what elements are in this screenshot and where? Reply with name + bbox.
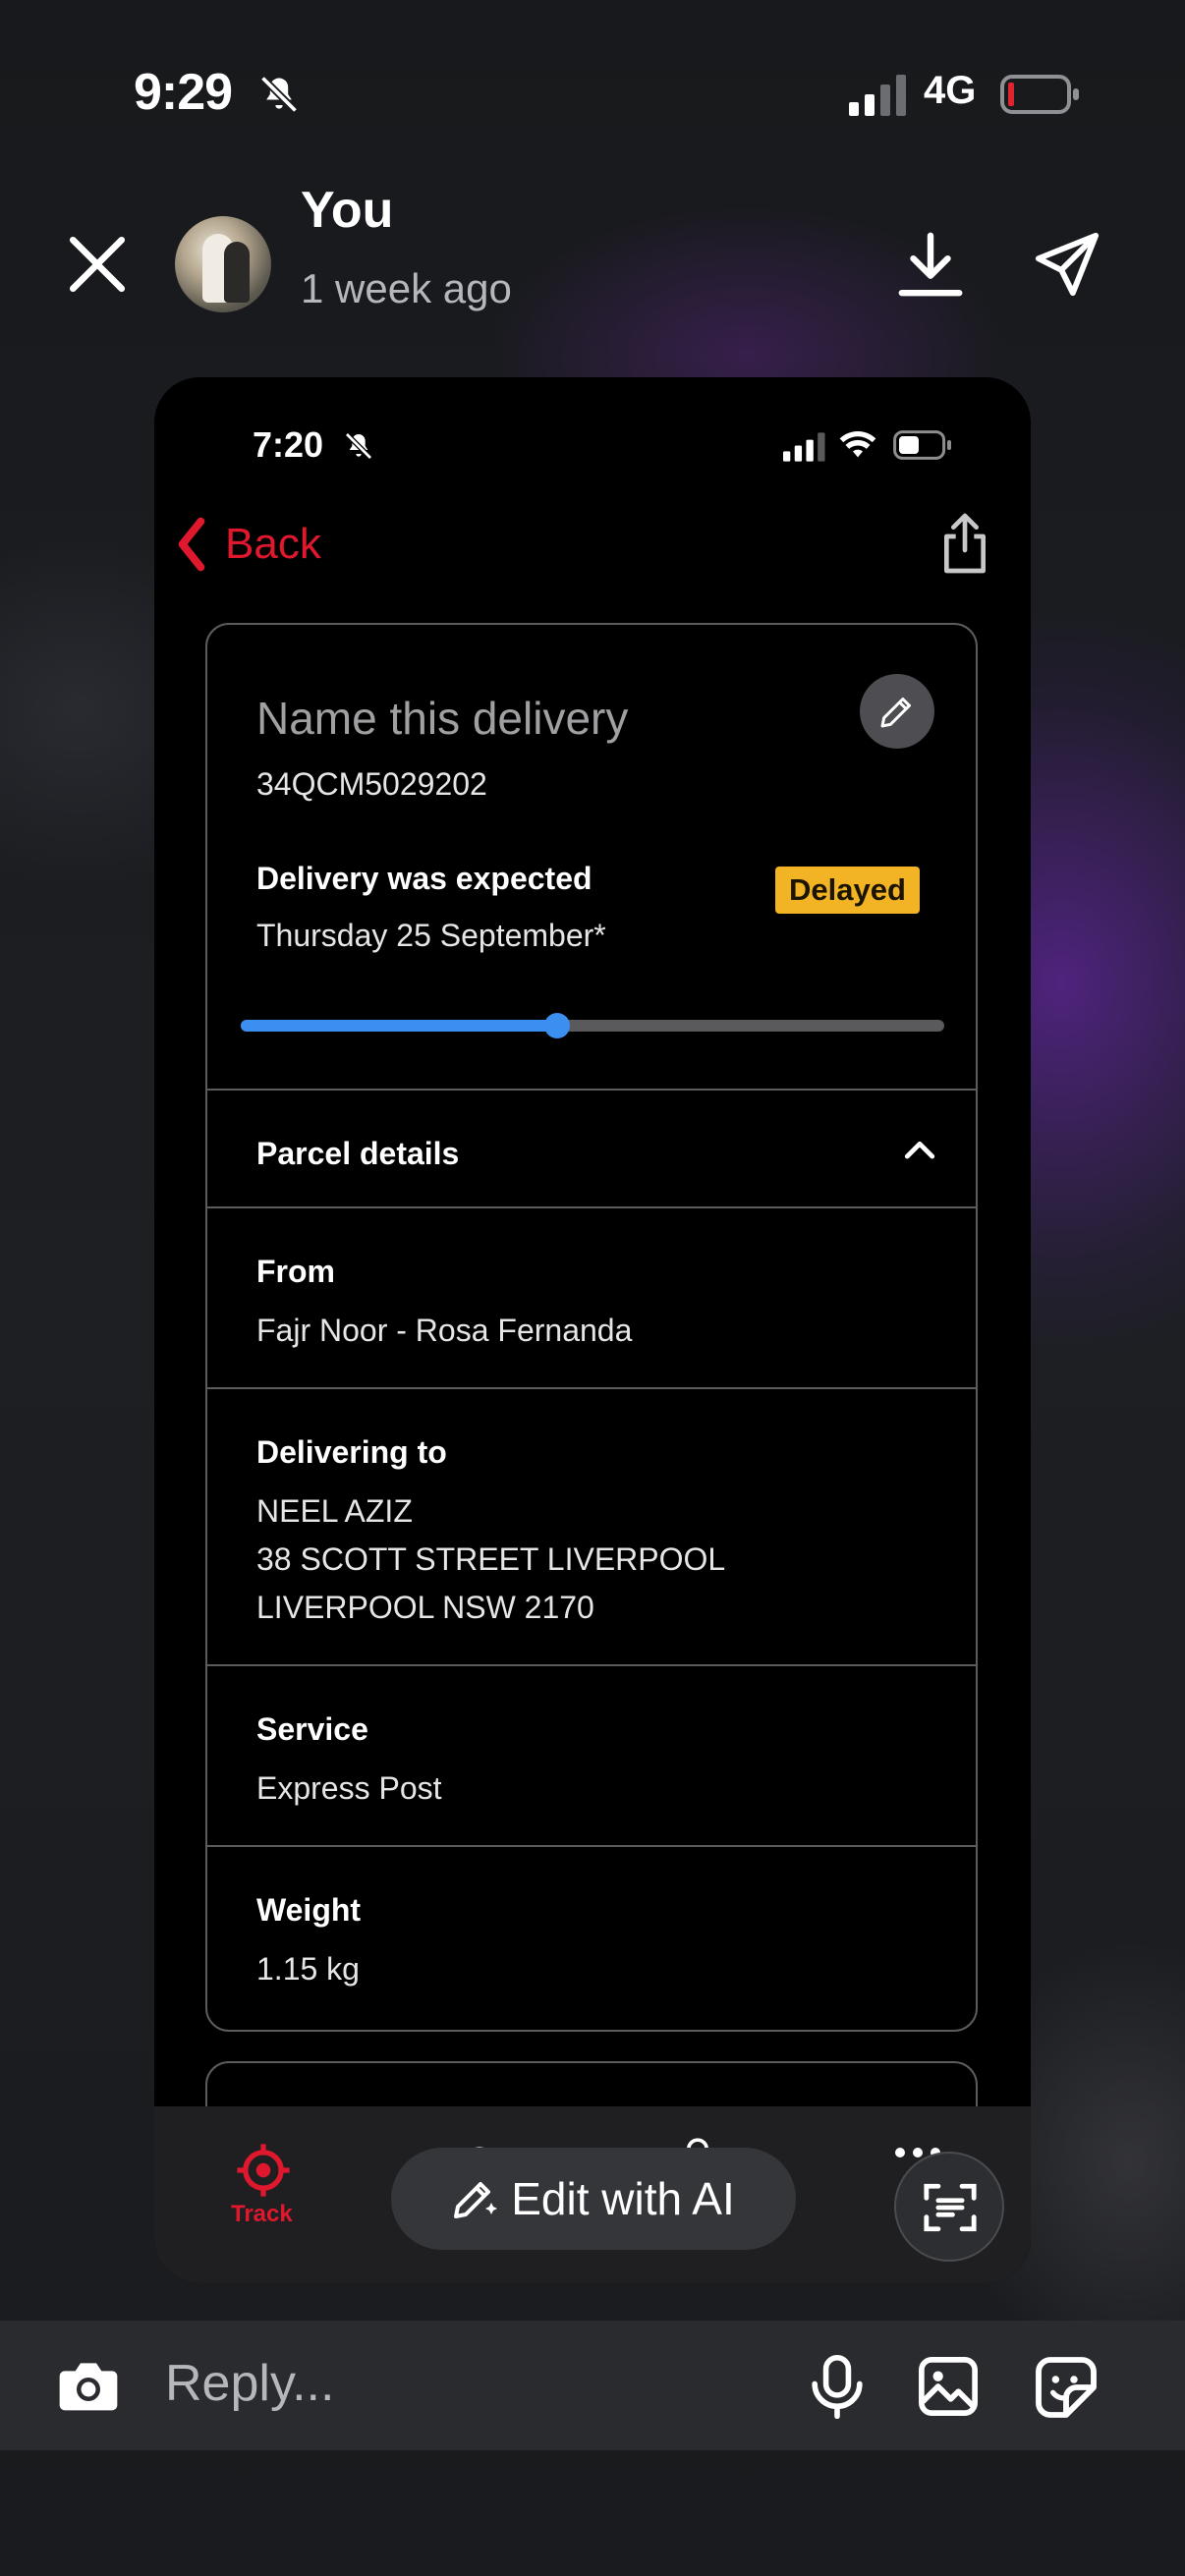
divider bbox=[207, 1664, 976, 1666]
reply-bar: Reply... bbox=[0, 2321, 1185, 2450]
service-value: Express Post bbox=[256, 1770, 442, 1806]
chevron-up-icon[interactable] bbox=[903, 1138, 936, 1161]
image-icon[interactable] bbox=[916, 2356, 981, 2417]
divider bbox=[207, 1387, 976, 1389]
chevron-left-icon bbox=[178, 517, 205, 572]
tracking-number: 34QCM5029202 bbox=[256, 766, 487, 802]
status-badge: Delayed bbox=[775, 867, 920, 914]
send-icon[interactable] bbox=[1032, 230, 1102, 299]
delivery-card: Name this delivery 34QCM5029202 Delivery… bbox=[205, 623, 978, 2032]
back-button[interactable]: Back bbox=[172, 515, 321, 574]
back-label: Back bbox=[225, 520, 321, 568]
microphone-icon[interactable] bbox=[808, 2354, 867, 2419]
delivery-progress-bar bbox=[241, 1013, 944, 1038]
edit-name-button[interactable] bbox=[860, 674, 934, 749]
progress-marker bbox=[544, 1013, 571, 1038]
story-screenshot: 7:20 Back Name this delivery 34QCM502920… bbox=[154, 377, 1031, 2283]
weight-value: 1.15 kg bbox=[256, 1951, 360, 1987]
edit-with-ai-label: Edit with AI bbox=[511, 2173, 735, 2224]
divider bbox=[207, 1206, 976, 1208]
battery-icon bbox=[893, 430, 951, 460]
sticker-icon[interactable] bbox=[1034, 2356, 1099, 2419]
status-time: 9:29 bbox=[134, 64, 233, 121]
tab-track[interactable]: Track bbox=[231, 2201, 293, 2228]
address-line: NEEL AZIZ bbox=[256, 1493, 413, 1529]
divider bbox=[207, 1089, 976, 1091]
avatar[interactable] bbox=[175, 216, 271, 312]
delivering-to-address: NEEL AZIZ 38 SCOTT STREET LIVERPOOL LIVE… bbox=[256, 1487, 725, 1632]
service-label: Service bbox=[256, 1711, 368, 1747]
delivery-name-field[interactable]: Name this delivery bbox=[256, 692, 628, 745]
address-line: 38 SCOTT STREET LIVERPOOL bbox=[256, 1541, 726, 1577]
battery-icon bbox=[1000, 75, 1079, 114]
inner-status-time: 7:20 bbox=[253, 424, 324, 465]
from-label: From bbox=[256, 1254, 335, 1289]
bell-slash-icon bbox=[345, 432, 372, 460]
download-icon[interactable] bbox=[896, 228, 965, 301]
scan-text-icon bbox=[924, 2183, 977, 2232]
network-type: 4G bbox=[924, 69, 977, 112]
expected-label: Delivery was expected bbox=[256, 861, 592, 896]
pencil-sparkle-icon bbox=[454, 2182, 498, 2218]
scan-text-button[interactable] bbox=[894, 2152, 1004, 2262]
wifi-icon bbox=[839, 431, 876, 458]
divider bbox=[207, 1845, 976, 1847]
share-icon[interactable] bbox=[937, 511, 992, 576]
cellular-signal-icon bbox=[849, 75, 906, 116]
weight-label: Weight bbox=[256, 1892, 362, 1928]
close-icon[interactable] bbox=[65, 232, 130, 297]
camera-icon[interactable] bbox=[57, 2358, 120, 2413]
parcel-details-toggle[interactable]: Parcel details bbox=[256, 1136, 459, 1172]
story-user-name[interactable]: You bbox=[301, 181, 393, 240]
reply-input[interactable]: Reply... bbox=[165, 2354, 334, 2413]
expected-date: Thursday 25 September* bbox=[256, 918, 606, 953]
cellular-signal-icon bbox=[783, 432, 825, 462]
pencil-icon bbox=[880, 698, 911, 728]
address-line: LIVERPOOL NSW 2170 bbox=[256, 1590, 594, 1625]
progress-fill bbox=[241, 1020, 558, 1032]
edit-with-ai-button[interactable]: Edit with AI bbox=[391, 2148, 796, 2250]
story-time: 1 week ago bbox=[301, 265, 512, 311]
delivering-to-label: Delivering to bbox=[256, 1434, 447, 1470]
crosshair-icon[interactable] bbox=[235, 2142, 292, 2199]
bell-slash-icon bbox=[259, 75, 299, 114]
from-value: Fajr Noor - Rosa Fernanda bbox=[256, 1313, 633, 1348]
